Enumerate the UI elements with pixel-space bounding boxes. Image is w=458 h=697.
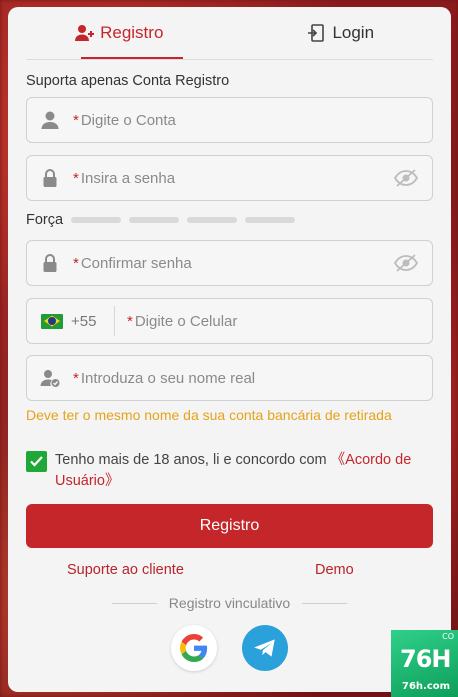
- register-modal: Registro Login Suporta apenas Conta Regi…: [8, 7, 451, 692]
- user-check-icon: [40, 370, 60, 387]
- phone-placeholder: Digite o Celular: [134, 312, 238, 330]
- site-logo-badge: CO 76H 76h.com: [391, 630, 458, 697]
- eye-off-icon[interactable]: [393, 168, 419, 193]
- google-icon: [180, 634, 208, 662]
- account-placeholder: Digite o Conta: [80, 111, 176, 129]
- agreement-text: Tenho mais de 18 anos, li e concordo com: [55, 452, 331, 468]
- agreement-checkbox[interactable]: [26, 451, 47, 472]
- phone-code: +55: [71, 312, 97, 330]
- strength-bar: [245, 217, 296, 223]
- tabs-divider: [26, 59, 433, 60]
- eye-off-icon[interactable]: [393, 253, 419, 278]
- required-mark: *: [73, 254, 79, 272]
- required-mark: *: [73, 111, 79, 129]
- social-divider: Registro vinculativo: [8, 595, 451, 611]
- required-mark: *: [73, 369, 79, 387]
- password-strength: Força: [26, 212, 296, 228]
- confirm-placeholder: Confirmar senha: [80, 254, 192, 272]
- realname-field[interactable]: * Introduza o seu nome real: [26, 355, 433, 401]
- lock-icon: [43, 169, 57, 187]
- register-submit-button[interactable]: Registro: [26, 504, 433, 548]
- account-field[interactable]: * Digite o Conta: [26, 97, 433, 143]
- badge-tiny-text: CO: [442, 632, 454, 641]
- strength-label: Força: [26, 212, 64, 228]
- realname-warning: Deve ter o mesmo nome da sua conta bancá…: [26, 407, 392, 423]
- confirm-password-field[interactable]: * Confirmar senha: [26, 240, 433, 286]
- login-door-icon: [308, 24, 325, 42]
- brazil-flag-icon: [41, 313, 63, 329]
- required-mark: *: [73, 169, 79, 187]
- demo-link[interactable]: Demo: [315, 562, 354, 578]
- password-placeholder: Insira a senha: [80, 169, 176, 187]
- strength-bar: [71, 217, 122, 223]
- tab-login[interactable]: Login: [230, 7, 452, 59]
- password-field[interactable]: * Insira a senha: [26, 155, 433, 201]
- telegram-icon: [254, 639, 275, 657]
- strength-bar: [129, 217, 180, 223]
- support-link[interactable]: Suporte ao cliente: [67, 562, 184, 578]
- badge-title: 76H: [400, 645, 451, 673]
- account-hint: Suporta apenas Conta Registro: [26, 73, 230, 89]
- country-code-select[interactable]: +55: [27, 306, 115, 336]
- tab-register[interactable]: Registro: [8, 7, 230, 59]
- lock-icon: [43, 254, 57, 272]
- badge-domain: 76h.com: [402, 681, 451, 692]
- user-icon: [41, 111, 59, 129]
- phone-field[interactable]: +55 * Digite o Celular: [26, 298, 433, 344]
- divider-line: [111, 602, 157, 604]
- tab-register-label: Registro: [100, 23, 164, 42]
- check-icon: [30, 456, 43, 467]
- required-mark: *: [127, 312, 133, 330]
- telegram-login-button[interactable]: [242, 625, 288, 671]
- google-login-button[interactable]: [171, 625, 217, 671]
- divider-line: [302, 602, 348, 604]
- agreement-row: Tenho mais de 18 anos, li e concordo com…: [26, 450, 421, 492]
- social-divider-label: Registro vinculativo: [168, 595, 291, 611]
- add-user-icon: [75, 25, 95, 41]
- strength-bar: [187, 217, 238, 223]
- auth-tabs: Registro Login: [8, 7, 452, 60]
- realname-placeholder: Introduza o seu nome real: [80, 369, 256, 387]
- tab-login-label: Login: [332, 23, 375, 42]
